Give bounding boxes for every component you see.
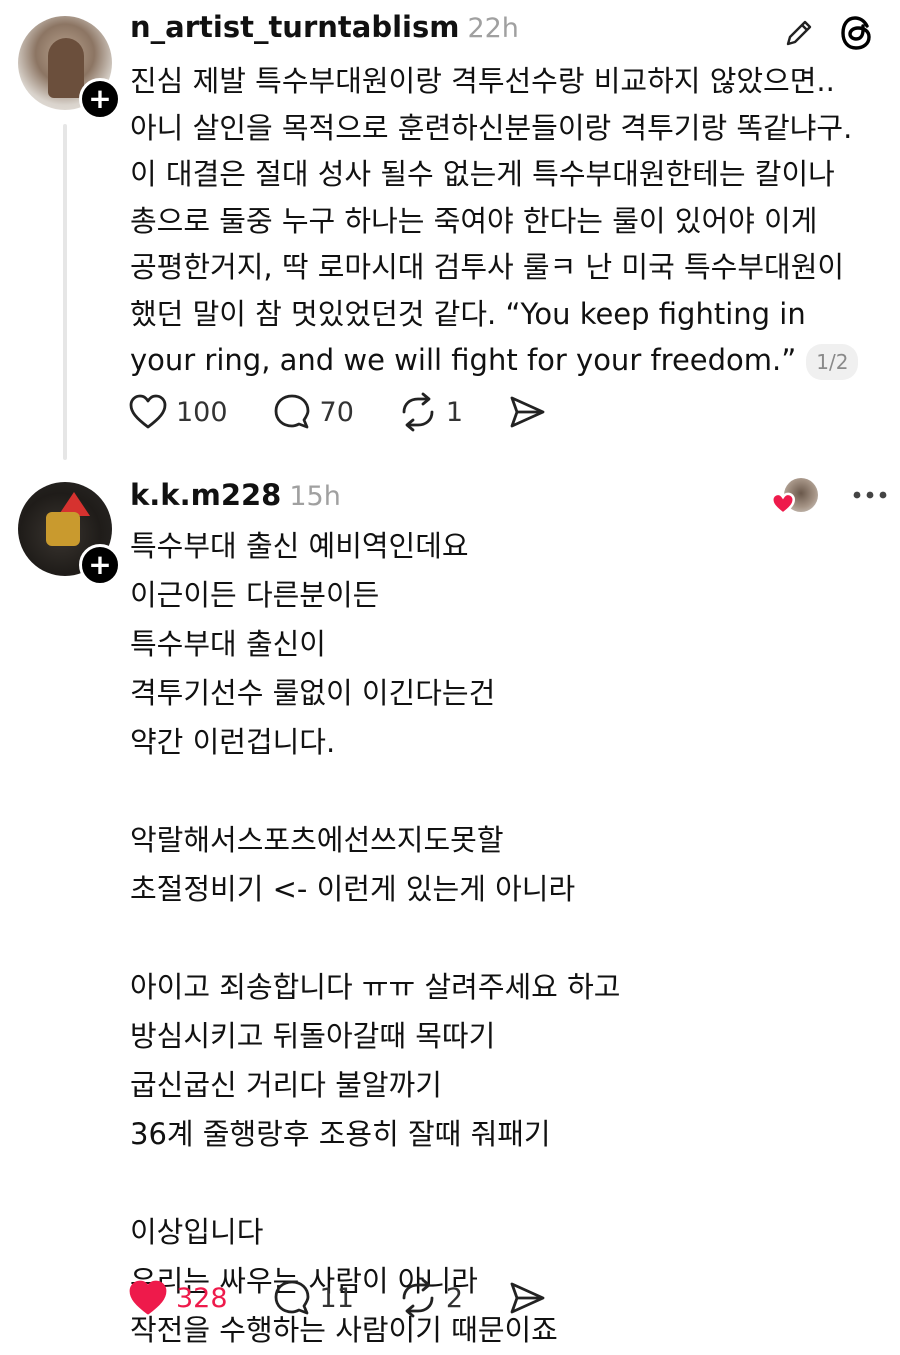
comment-count: 70 [319,396,354,428]
repost-button[interactable]: 2 [398,1278,463,1318]
repost-icon [402,392,434,432]
post-body: 특수부대 출신 예비역인데요 이근이든 다른분이든 특수부대 출신이 격투기선수… [130,529,621,1347]
follow-plus-icon[interactable]: + [79,544,121,586]
follow-plus-icon[interactable]: + [79,78,121,120]
post-header-actions [782,14,876,56]
comment-icon [274,394,309,429]
repost-count: 2 [445,1282,464,1314]
heart-filled-icon [129,1280,167,1315]
like-button[interactable]: 328 [128,1279,228,1317]
like-count: 328 [176,1282,228,1314]
heart-outline-icon [129,394,167,429]
edit-pencil-icon[interactable] [782,16,816,54]
username[interactable]: n_artist_turntablism [130,10,459,44]
like-button[interactable]: 100 [128,393,228,431]
avatar-photo [46,512,80,546]
comment-count: 11 [319,1282,354,1314]
post-header-actions [766,478,888,516]
post-actions: 100 70 1 [128,392,591,432]
thread-post: + n_artist_turntablism 22h 진심 제발 특수부대원이랑 … [0,0,900,460]
more-options-icon[interactable] [852,486,888,505]
post-text: 진심 제발 특수부대원이랑 격투선수랑 비교하지 않았으면.. 아니 살인을 목… [130,64,862,377]
username[interactable]: k.k.m228 [130,478,281,512]
repost-icon [402,1278,434,1318]
threads-logo-icon[interactable] [838,14,876,56]
timestamp: 22h [467,13,519,44]
repost-count: 1 [445,396,464,428]
comment-button[interactable]: 11 [272,1278,354,1318]
liked-by-heart-icon [770,492,796,516]
post-header: n_artist_turntablism 22h [130,10,519,44]
share-send-icon [510,396,545,428]
comment-button[interactable]: 70 [272,392,354,432]
timestamp: 15h [289,481,341,512]
comment-icon [274,1280,309,1315]
thread-connector-line [63,124,67,460]
post-body: 진심 제발 특수부대원이랑 격투선수랑 비교하지 않았으면.. 아니 살인을 목… [130,58,870,384]
liked-by-author-avatar [770,478,818,516]
repost-button[interactable]: 1 [398,392,463,432]
page-indicator[interactable]: 1/2 [806,344,859,380]
thread-post: + k.k.m228 15h 특수부대 출신 예비역인데요 이근이든 다른분이든 … [0,470,900,1347]
share-send-icon [510,1282,545,1314]
post-header: k.k.m228 15h [130,478,341,512]
share-button[interactable] [507,1278,547,1318]
share-button[interactable] [507,392,547,432]
avatar-photo [48,38,84,98]
like-count: 100 [176,396,228,428]
post-actions: 328 11 2 [128,1278,591,1318]
